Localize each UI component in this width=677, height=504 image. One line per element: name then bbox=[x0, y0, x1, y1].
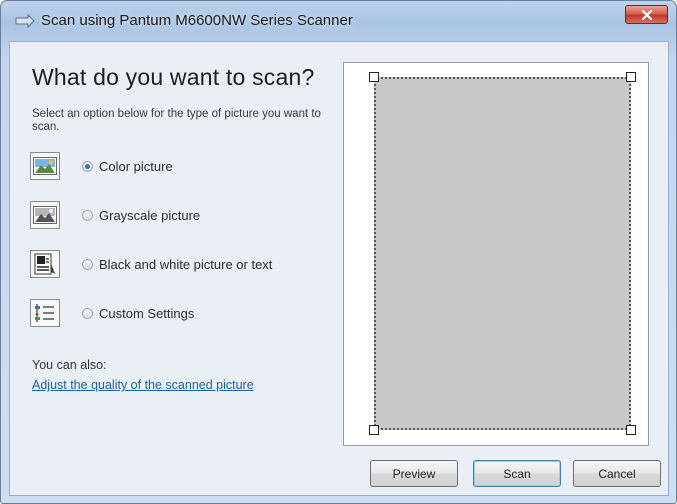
black-white-text-icon[interactable] bbox=[30, 250, 60, 278]
page-title: What do you want to scan? bbox=[32, 64, 315, 90]
radio-black-white[interactable] bbox=[82, 258, 93, 270]
adjust-quality-link[interactable]: Adjust the quality of the scanned pictur… bbox=[32, 378, 254, 392]
preview-button[interactable]: Preview bbox=[370, 460, 458, 487]
grayscale-picture-icon[interactable] bbox=[30, 201, 60, 229]
preview-pane bbox=[343, 62, 649, 446]
scan-area-selection[interactable] bbox=[374, 77, 631, 430]
color-picture-icon[interactable] bbox=[30, 152, 60, 180]
crop-handle-bottom-right[interactable] bbox=[626, 425, 636, 435]
cancel-button[interactable]: Cancel bbox=[573, 460, 661, 487]
radio-custom-settings[interactable] bbox=[82, 307, 93, 319]
also-label: You can also: bbox=[32, 358, 107, 372]
option-color-picture[interactable]: Color picture bbox=[30, 150, 173, 182]
dialog-body: What do you want to scan? Select an opti… bbox=[9, 41, 669, 496]
crop-handle-top-right[interactable] bbox=[626, 72, 636, 82]
option-custom-settings[interactable]: Custom Settings bbox=[30, 297, 194, 329]
window-title: Scan using Pantum M6600NW Series Scanner bbox=[41, 12, 353, 29]
crop-handle-bottom-left[interactable] bbox=[369, 425, 379, 435]
option-label: Color picture bbox=[99, 158, 173, 174]
scan-button[interactable]: Scan bbox=[473, 460, 561, 487]
option-label: Custom Settings bbox=[99, 305, 195, 321]
option-black-white[interactable]: Black and white picture or text bbox=[30, 248, 272, 280]
close-button[interactable] bbox=[625, 5, 668, 24]
option-grayscale-picture[interactable]: Grayscale picture bbox=[30, 199, 200, 231]
instruction-text: Select an option below for the type of p… bbox=[32, 108, 321, 133]
radio-grayscale-picture[interactable] bbox=[82, 209, 93, 221]
crop-handle-top-left[interactable] bbox=[369, 72, 379, 82]
radio-color-picture[interactable] bbox=[82, 160, 93, 172]
scanner-app-icon bbox=[15, 13, 35, 29]
option-label: Grayscale picture bbox=[99, 207, 201, 223]
option-label: Black and white picture or text bbox=[99, 256, 273, 272]
custom-settings-icon[interactable] bbox=[30, 299, 60, 327]
close-icon bbox=[641, 9, 652, 20]
scanner-dialog: Scan using Pantum M6600NW Series Scanner… bbox=[0, 0, 677, 504]
title-bar[interactable]: Scan using Pantum M6600NW Series Scanner bbox=[1, 1, 676, 41]
